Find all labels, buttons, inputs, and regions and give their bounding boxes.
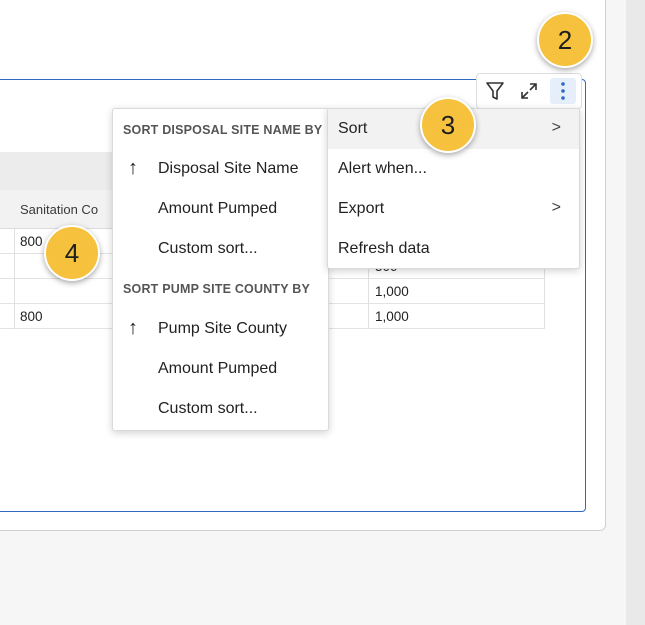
expand-icon [521, 83, 537, 99]
step-badge: 3 [420, 97, 476, 153]
sort-section-title: SORT DISPOSAL SITE NAME BY [123, 123, 323, 137]
filter-button[interactable] [482, 78, 508, 104]
sort-option-label: Custom sort... [158, 240, 258, 257]
sort-option-amount-pumped[interactable]: Amount Pumped [113, 349, 328, 389]
menu-item-export[interactable]: Export > [328, 189, 579, 229]
vertical-dots-icon [561, 82, 565, 100]
sort-section-title: SORT PUMP SITE COUNTY BY [123, 282, 311, 296]
more-options-button[interactable] [550, 78, 576, 104]
cell: 800 [20, 309, 43, 324]
scrollbar-track[interactable] [626, 0, 645, 625]
step-badge: 2 [537, 12, 593, 68]
funnel-icon [486, 82, 504, 100]
sort-submenu: SORT DISPOSAL SITE NAME BY ↑ Disposal Si… [112, 108, 329, 431]
menu-item-alert[interactable]: Alert when... [328, 149, 579, 189]
arrow-up-icon: ↑ [128, 317, 138, 339]
column-header-sanitation[interactable]: Sanitation Co [20, 202, 98, 217]
chevron-right-icon: > [551, 119, 561, 136]
sort-option-label: Amount Pumped [158, 200, 278, 217]
cell: 800 [20, 234, 43, 249]
menu-item-label: Refresh data [338, 240, 430, 257]
menu-item-label: Export [338, 200, 385, 217]
cell: 1,000 [375, 309, 409, 324]
sort-option-label: Custom sort... [158, 400, 258, 417]
sort-option-custom[interactable]: Custom sort... [113, 389, 328, 429]
sort-option-pump-site-county[interactable]: ↑ Pump Site County [113, 309, 328, 349]
widget-toolbar [476, 73, 582, 109]
sort-option-label: Amount Pumped [158, 360, 278, 377]
chevron-right-icon: > [551, 199, 561, 216]
sort-option-amount-pumped[interactable]: Amount Pumped [113, 189, 328, 229]
sort-option-custom[interactable]: Custom sort... [113, 229, 328, 269]
cell: 1,000 [375, 284, 409, 299]
sort-option-label: Disposal Site Name [158, 160, 299, 177]
menu-item-label: Alert when... [338, 160, 427, 177]
menu-item-label: Sort [338, 120, 368, 137]
expand-button[interactable] [516, 78, 542, 104]
step-badge: 4 [44, 225, 100, 281]
sort-option-label: Pump Site County [158, 320, 287, 337]
column-divider [14, 229, 15, 329]
sort-option-disposal-site-name[interactable]: ↑ Disposal Site Name [113, 149, 328, 189]
menu-item-refresh[interactable]: Refresh data [328, 229, 579, 269]
arrow-up-icon: ↑ [128, 157, 138, 179]
